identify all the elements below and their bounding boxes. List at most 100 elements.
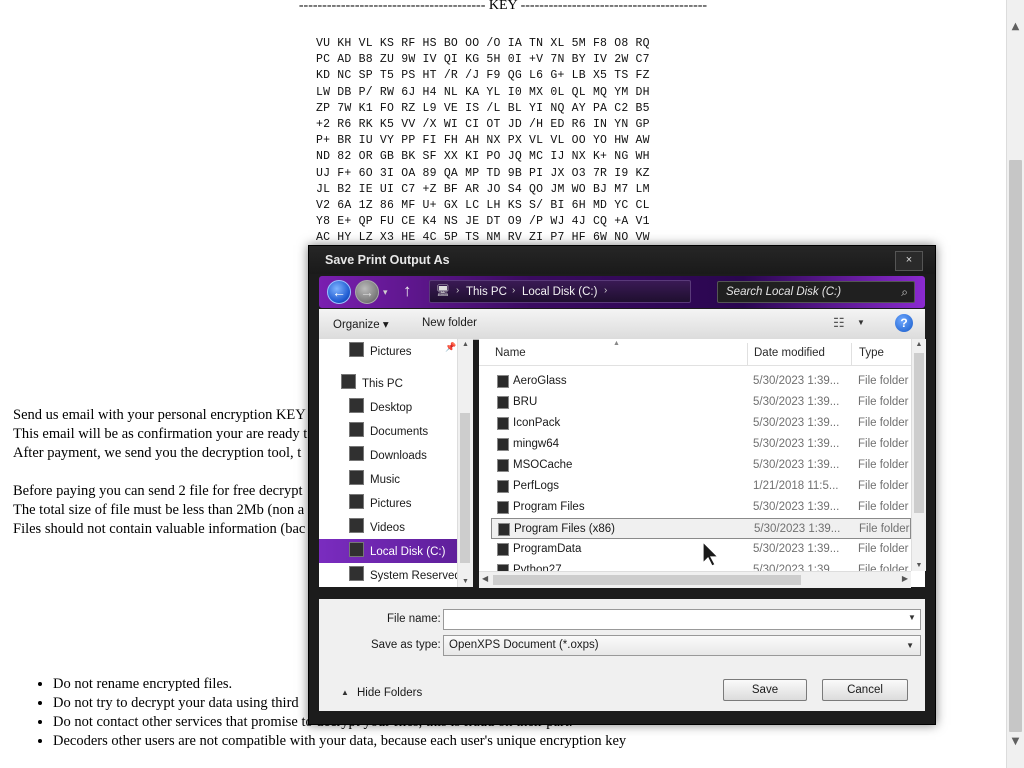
- file-date-modified: 5/30/2023 1:39...: [753, 438, 840, 450]
- folder-icon: [497, 480, 509, 493]
- nav-item-desktop[interactable]: Desktop: [349, 398, 461, 420]
- file-row[interactable]: MSOCache 5/30/2023 1:39... File folder: [491, 455, 911, 476]
- file-date-modified: 5/30/2023 1:39...: [754, 523, 841, 535]
- help-icon[interactable]: ?: [895, 314, 913, 332]
- nav-item-system-reserved[interactable]: System Reserved: [349, 566, 464, 588]
- page-scroll-thumb[interactable]: [1009, 160, 1022, 732]
- key-line: P+ BR IU VY PP FI FH AH NX PX VL VL OO Y…: [316, 134, 650, 148]
- column-date-modified[interactable]: Date modified: [754, 347, 825, 359]
- chevron-down-icon[interactable]: ▼: [906, 641, 914, 650]
- nav-item-this-pc[interactable]: This PC: [341, 374, 461, 396]
- file-row[interactable]: AeroGlass 5/30/2023 1:39... File folder: [491, 371, 911, 392]
- file-list-scroll-thumb[interactable]: [914, 353, 924, 513]
- nav-item-pictures-quick[interactable]: Pictures 📌: [349, 342, 461, 364]
- drive-icon: [349, 566, 364, 581]
- nav-item-pictures[interactable]: Pictures: [349, 494, 461, 516]
- file-date-modified: 5/30/2023 1:39...: [753, 417, 840, 429]
- file-type: File folder: [858, 480, 909, 492]
- file-list-vertical-scrollbar[interactable]: ▲ ▼: [911, 339, 926, 571]
- scroll-down-arrow-icon[interactable]: ▼: [458, 578, 473, 585]
- forward-button[interactable]: →: [355, 280, 379, 304]
- scroll-up-arrow-icon[interactable]: ▲: [912, 341, 926, 348]
- breadcrumb-separator[interactable]: ›: [604, 285, 607, 296]
- key-line: V2 6A 1Z 86 MF U+ GX LC LH KS S/ BI 6H M…: [316, 199, 650, 213]
- scroll-right-arrow-icon[interactable]: ▶: [902, 574, 908, 583]
- breadcrumb-this-pc[interactable]: This PC: [466, 286, 507, 298]
- back-button[interactable]: ←: [327, 280, 351, 304]
- search-placeholder: Search Local Disk (C:): [726, 286, 842, 298]
- hide-folders-label: Hide Folders: [357, 687, 423, 699]
- nav-item-downloads[interactable]: Downloads: [349, 446, 461, 468]
- folder-icon: [497, 375, 509, 388]
- scroll-up-arrow-icon[interactable]: ▲: [458, 341, 473, 348]
- folder-icon: [497, 396, 509, 409]
- search-box[interactable]: Search Local Disk (C:) ⌕: [717, 281, 915, 303]
- scroll-down-arrow-icon[interactable]: ▼: [1007, 733, 1024, 750]
- nav-scroll-thumb[interactable]: [460, 413, 470, 563]
- key-line: Y8 E+ QP FU CE K4 NS JE DT O9 /P WJ 4J C…: [316, 215, 650, 229]
- cancel-button[interactable]: Cancel: [822, 679, 908, 701]
- folder-icon: [497, 543, 509, 556]
- file-row[interactable]: IconPack 5/30/2023 1:39... File folder: [491, 413, 911, 434]
- nav-item-local-disk[interactable]: Local Disk (C:): [319, 539, 467, 563]
- music-folder-icon: [349, 470, 364, 485]
- address-bar[interactable]: 🖥 › This PC › Local Disk (C:) ›: [429, 280, 691, 303]
- file-name: IconPack: [513, 417, 561, 429]
- search-icon[interactable]: ⌕: [901, 285, 908, 300]
- file-name-dropdown-icon[interactable]: ▼: [908, 613, 916, 622]
- file-row[interactable]: PerfLogs 1/21/2018 11:5... File folder: [491, 476, 911, 497]
- file-list-horizontal-scrollbar[interactable]: ◀ ▶: [479, 571, 911, 588]
- breadcrumb-separator[interactable]: ›: [512, 285, 515, 296]
- breadcrumb-separator[interactable]: ›: [456, 285, 459, 296]
- nav-item-music[interactable]: Music: [349, 470, 461, 492]
- file-name: AeroGlass: [513, 375, 567, 387]
- file-row[interactable]: Program Files 5/30/2023 1:39... File folde…: [491, 497, 911, 518]
- save-options-panel: File name: ▼ Save as type: OpenXPS Docum…: [319, 599, 925, 711]
- save-button[interactable]: Save: [723, 679, 807, 701]
- file-name: mingw64: [513, 438, 560, 450]
- file-date-modified: 5/30/2023 1:39...: [753, 459, 840, 471]
- pin-icon[interactable]: 📌: [445, 342, 456, 353]
- nav-pane-scrollbar[interactable]: ▲ ▼: [457, 339, 473, 587]
- folder-icon: [497, 501, 509, 514]
- file-date-modified: 5/30/2023 1:39...: [753, 543, 840, 555]
- file-type: File folder: [858, 501, 909, 513]
- column-divider[interactable]: [851, 343, 852, 365]
- dialog-title: Save Print Output As: [325, 253, 450, 267]
- new-folder-button[interactable]: New folder: [422, 317, 477, 329]
- column-divider[interactable]: [747, 343, 748, 365]
- pictures-folder-icon: [349, 342, 364, 357]
- key-line: PC AD B8 ZU 9W IV QI KG 5H 0I +V 7N BY I…: [316, 53, 650, 67]
- column-type[interactable]: Type: [859, 347, 884, 359]
- file-name-input[interactable]: [443, 609, 921, 630]
- file-row[interactable]: BRU 5/30/2023 1:39... File folder: [491, 392, 911, 413]
- view-options-icon[interactable]: ☷: [833, 315, 845, 331]
- dialog-titlebar[interactable]: Save Print Output As ×: [309, 246, 935, 274]
- up-folder-button[interactable]: ↑: [403, 281, 412, 301]
- column-name[interactable]: Name: [495, 347, 526, 359]
- nav-item-documents[interactable]: Documents: [349, 422, 461, 444]
- desktop-folder-icon: [349, 398, 364, 413]
- scroll-down-arrow-icon[interactable]: ▼: [912, 562, 926, 569]
- navigation-pane: Pictures 📌 This PC Desktop Documents Down…: [319, 339, 467, 588]
- file-row[interactable]: mingw64 5/30/2023 1:39... File folder: [491, 434, 911, 455]
- file-row[interactable]: ProgramData 5/30/2023 1:39... File folder: [491, 539, 911, 560]
- nav-item-videos[interactable]: Videos: [349, 518, 461, 540]
- horizontal-scroll-thumb[interactable]: [493, 575, 801, 585]
- drive-icon: [349, 542, 364, 557]
- file-type: File folder: [858, 459, 909, 471]
- save-as-type-select[interactable]: OpenXPS Document (*.oxps) ▼: [443, 635, 921, 656]
- scroll-up-arrow-icon[interactable]: ▲: [1007, 18, 1024, 35]
- warning-item: Decoders other users are not compatible …: [53, 732, 626, 751]
- file-name-label: File name:: [387, 613, 441, 625]
- close-button[interactable]: ×: [895, 251, 923, 271]
- save-as-type-label: Save as type:: [371, 639, 441, 651]
- view-dropdown-icon[interactable]: ▼: [857, 318, 865, 327]
- file-name: BRU: [513, 396, 538, 408]
- breadcrumb-local-disk[interactable]: Local Disk (C:): [522, 286, 597, 298]
- file-row[interactable]: Program Files (x86) 5/30/2023 1:39... File…: [491, 518, 911, 539]
- organize-button[interactable]: Organize ▾: [333, 317, 389, 331]
- scroll-left-arrow-icon[interactable]: ◀: [482, 574, 488, 583]
- recent-locations-dropdown-icon[interactable]: ▾: [383, 287, 388, 298]
- page-scrollbar[interactable]: ▲ ▼: [1006, 0, 1024, 768]
